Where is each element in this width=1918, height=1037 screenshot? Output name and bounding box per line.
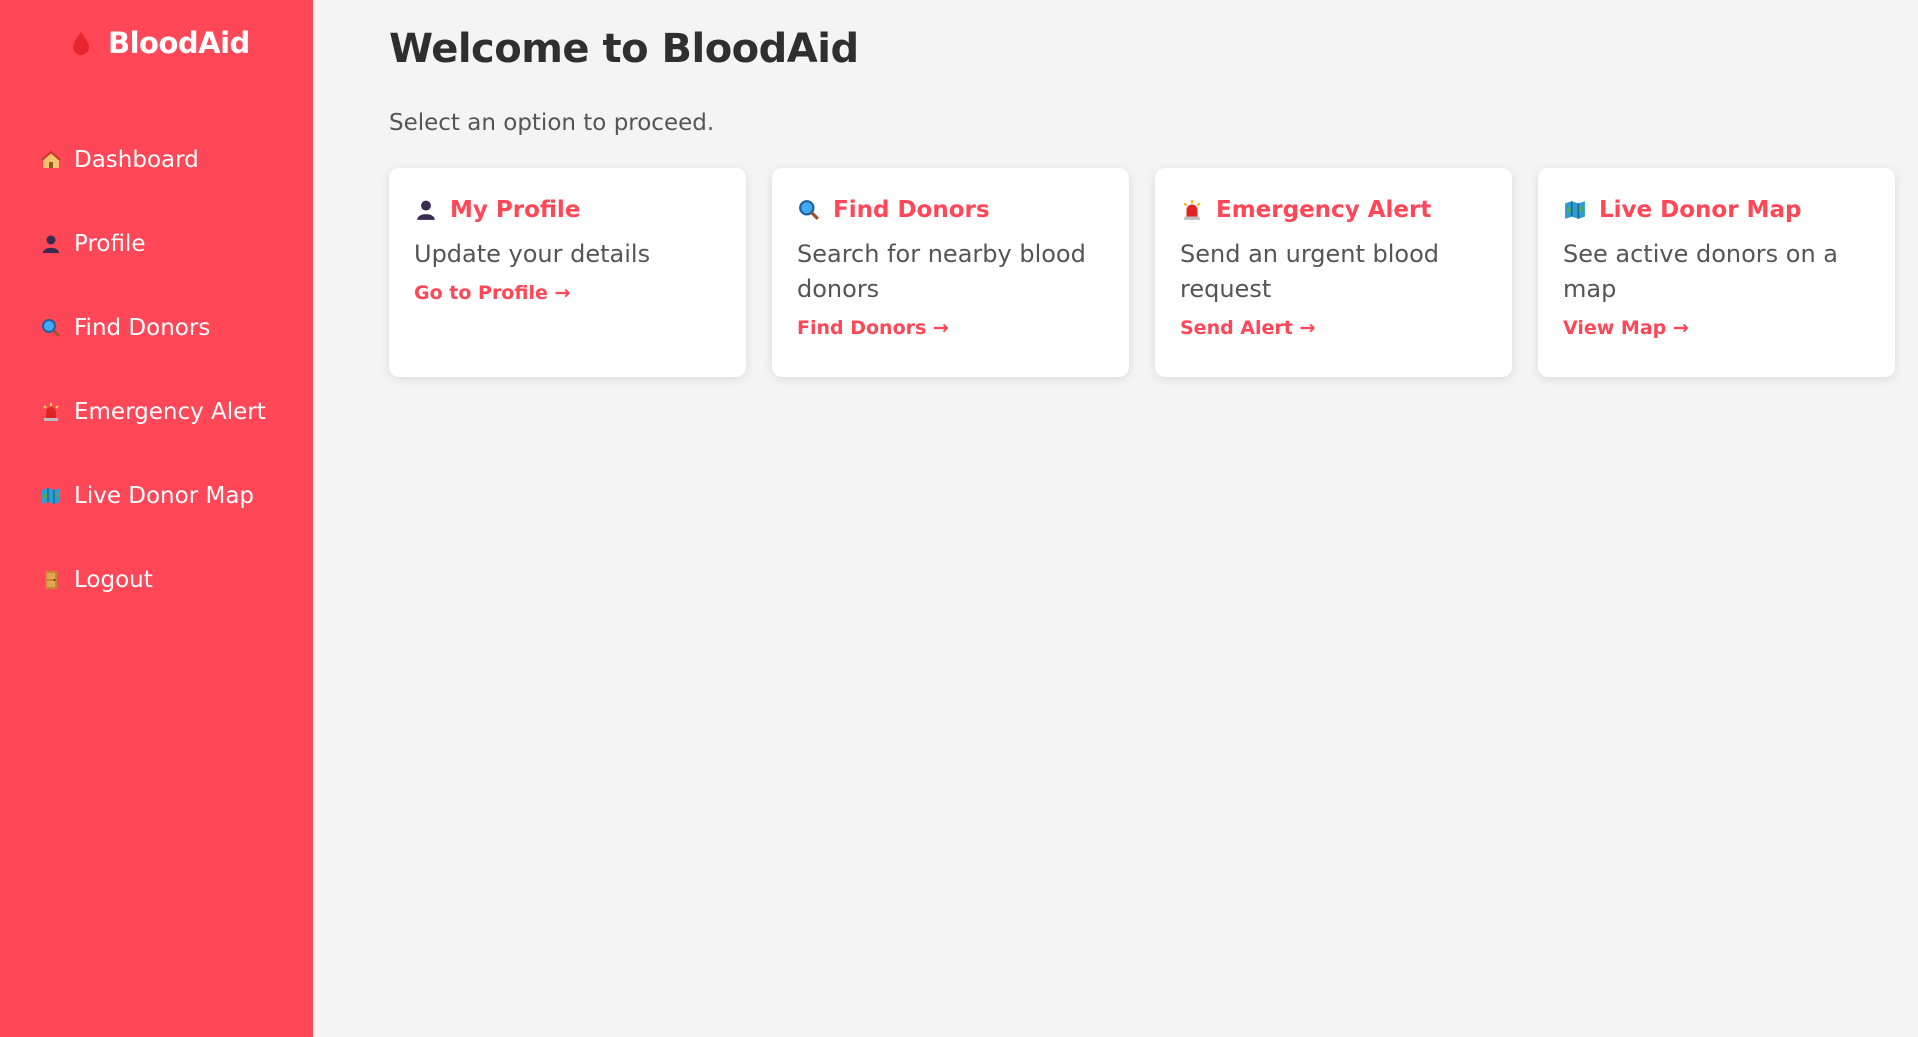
card-header: Emergency Alert <box>1180 195 1487 225</box>
sidebar-item-label: Profile <box>74 231 146 257</box>
sidebar-item-find-donors[interactable]: Find Donors <box>40 286 313 370</box>
sidebar-item-emergency-alert[interactable]: Emergency Alert <box>40 370 313 454</box>
sidebar-item-label: Live Donor Map <box>74 483 255 509</box>
view-map-link[interactable]: View Map → <box>1563 317 1689 339</box>
card-description: Update your details <box>414 240 651 268</box>
card-emergency-alert: Emergency Alert Send an urgent blood req… <box>1155 168 1512 377</box>
brand-name: BloodAid <box>108 26 250 60</box>
send-alert-link[interactable]: Send Alert → <box>1180 317 1315 339</box>
sidebar-item-label: Emergency Alert <box>74 399 266 425</box>
blood-drop-icon <box>72 31 90 55</box>
sidebar-item-live-donor-map[interactable]: Live Donor Map <box>40 454 313 538</box>
brand[interactable]: BloodAid <box>72 26 250 60</box>
sidebar: BloodAid Dashboard Profile Find Donors E… <box>0 0 313 1037</box>
card-description: See active donors on a map <box>1563 240 1839 303</box>
sidebar-item-label: Dashboard <box>74 147 199 173</box>
siren-icon <box>1180 198 1204 222</box>
main-content: Welcome to BloodAid Select an option to … <box>313 0 1918 1037</box>
card-live-donor-map: Live Donor Map See active donors on a ma… <box>1538 168 1895 377</box>
door-icon <box>40 569 62 591</box>
siren-icon <box>40 401 62 423</box>
person-icon <box>414 198 438 222</box>
sidebar-item-dashboard[interactable]: Dashboard <box>40 118 313 202</box>
card-my-profile: My Profile Update your details Go to Pro… <box>389 168 746 377</box>
page-title: Welcome to BloodAid <box>389 26 859 72</box>
page-subtitle: Select an option to proceed. <box>389 110 715 136</box>
sidebar-item-label: Find Donors <box>74 315 211 341</box>
map-icon <box>1563 198 1587 222</box>
card-title: Live Donor Map <box>1599 197 1802 223</box>
card-title: Emergency Alert <box>1216 197 1432 223</box>
sidebar-item-label: Logout <box>74 567 153 593</box>
app: BloodAid Dashboard Profile Find Donors E… <box>0 0 1918 1037</box>
sidebar-item-profile[interactable]: Profile <box>40 202 313 286</box>
go-to-profile-link[interactable]: Go to Profile → <box>414 282 570 304</box>
card-find-donors: Find Donors Search for nearby blood dono… <box>772 168 1129 377</box>
find-donors-link[interactable]: Find Donors → <box>797 317 949 339</box>
magnifier-icon <box>40 317 62 339</box>
option-cards: My Profile Update your details Go to Pro… <box>389 168 1895 377</box>
card-header: Live Donor Map <box>1563 195 1870 225</box>
card-title: My Profile <box>450 197 581 223</box>
sidebar-nav: Dashboard Profile Find Donors Emergency … <box>40 118 313 622</box>
house-icon <box>40 149 62 171</box>
card-description: Search for nearby blood donors <box>797 240 1086 303</box>
person-icon <box>40 233 62 255</box>
card-title: Find Donors <box>833 197 990 223</box>
card-description: Send an urgent blood request <box>1180 240 1440 303</box>
card-header: Find Donors <box>797 195 1104 225</box>
magnifier-icon <box>797 198 821 222</box>
map-icon <box>40 485 62 507</box>
sidebar-item-logout[interactable]: Logout <box>40 538 313 622</box>
card-header: My Profile <box>414 195 721 225</box>
